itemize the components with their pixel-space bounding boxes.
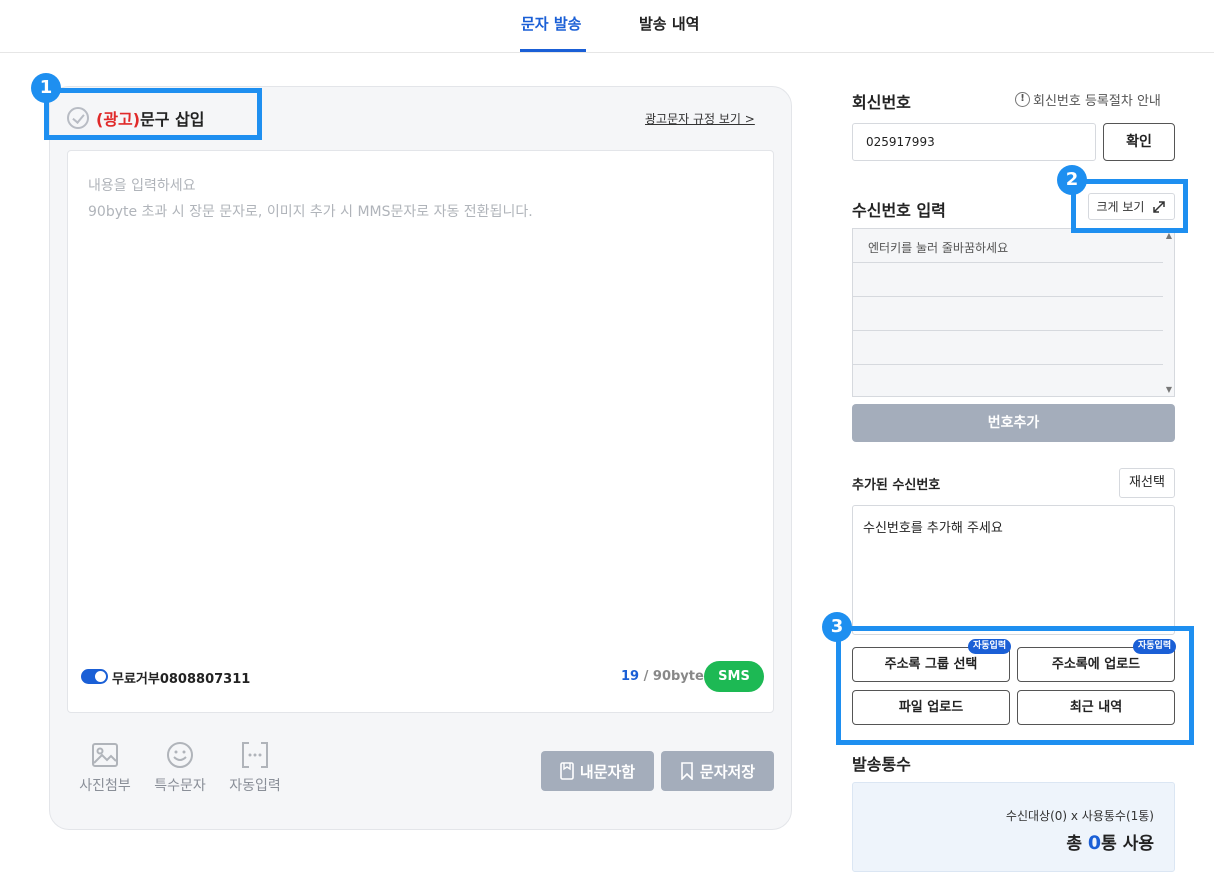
callback-number-title: 회신번호 xyxy=(852,93,911,112)
save-message-button[interactable]: 문자저장 xyxy=(661,751,774,791)
highlight-box-3 xyxy=(836,626,1194,745)
recipient-input-title: 수신번호 입력 xyxy=(852,201,946,220)
send-count-title: 발송통수 xyxy=(852,755,911,774)
reject-toggle[interactable] xyxy=(81,669,108,684)
reselect-button[interactable]: 재선택 xyxy=(1119,468,1175,498)
send-count-box: 수신대상(0) x 사용통수(1통) 총 0통 사용 xyxy=(852,782,1175,872)
send-count-formula: 수신대상(0) x 사용통수(1통) xyxy=(1005,809,1154,823)
editor-placeholder-line1: 내용을 입력하세요 xyxy=(88,178,196,194)
auto-input-label: 자동입력 xyxy=(229,778,281,794)
add-number-button[interactable]: 번호추가 xyxy=(852,404,1175,442)
my-messages-label: 내문자함 xyxy=(579,762,636,781)
send-count-total: 총 0통 사용 xyxy=(1066,829,1154,854)
smiley-icon xyxy=(167,742,193,768)
added-recipients-empty-text: 수신번호를 추가해 주세요 xyxy=(863,521,1003,536)
byte-counter: 19 / 90byte xyxy=(621,669,704,684)
active-tab-indicator xyxy=(520,49,586,52)
step-marker-2: 2 xyxy=(1057,165,1087,195)
total-suffix: 통 사용 xyxy=(1101,834,1154,854)
auto-input-button[interactable]: 자동입력 xyxy=(225,741,285,795)
recipient-row[interactable]: 엔터키를 눌러 줄바꿈하세요 xyxy=(853,229,1163,263)
byte-limit: / 90byte xyxy=(643,669,704,684)
special-char-label: 특수문자 xyxy=(154,778,206,794)
bookmark-icon xyxy=(681,762,693,780)
tab-send-history[interactable]: 발송 내역 xyxy=(639,13,699,34)
highlight-box-2 xyxy=(1071,179,1188,233)
recipient-row[interactable] xyxy=(853,263,1163,297)
tab-send-message[interactable]: 문자 발송 xyxy=(521,13,581,34)
ad-rule-link[interactable]: 광고문자 규정 보기 > xyxy=(645,110,755,127)
recipient-input-placeholder: 엔터키를 눌러 줄바꿈하세요 xyxy=(868,241,1009,255)
callback-guide-label: 회신번호 등록절차 안내 xyxy=(1033,94,1161,109)
recipient-row[interactable] xyxy=(853,297,1163,331)
message-box-icon xyxy=(560,762,574,780)
recipient-row[interactable] xyxy=(853,331,1163,365)
byte-current: 19 xyxy=(621,669,640,684)
my-messages-button[interactable]: 내문자함 xyxy=(541,751,654,791)
message-type-badge: SMS xyxy=(704,661,764,692)
highlight-box-1 xyxy=(44,88,262,140)
confirm-button[interactable]: 확인 xyxy=(1103,123,1175,161)
total-prefix: 총 xyxy=(1066,834,1082,854)
bracket-dots-icon xyxy=(242,742,268,768)
save-message-label: 문자저장 xyxy=(699,762,756,781)
special-char-button[interactable]: 특수문자 xyxy=(150,741,210,795)
top-tab-bar: 문자 발송 발송 내역 xyxy=(0,0,1214,53)
image-icon xyxy=(92,743,118,767)
step-marker-3: 3 xyxy=(822,612,852,642)
editor-placeholder-line2: 90byte 초과 시 장문 문자로, 이미지 추가 시 MMS문자로 자동 전… xyxy=(88,204,533,220)
total-count-value: 0 xyxy=(1087,832,1102,854)
message-editor[interactable]: 내용을 입력하세요 90byte 초과 시 장문 문자로, 이미지 추가 시 M… xyxy=(67,150,774,713)
recipient-number-list[interactable]: 엔터키를 눌러 줄바꿈하세요 ▲ ▼ xyxy=(852,228,1175,397)
callback-guide-link[interactable]: ! 회신번호 등록절차 안내 xyxy=(1015,90,1161,109)
step-marker-1: 1 xyxy=(31,73,61,103)
scroll-down-icon[interactable]: ▼ xyxy=(1166,385,1172,394)
exclamation-icon: ! xyxy=(1015,92,1030,107)
callback-number-field[interactable]: 025917993 xyxy=(852,123,1096,161)
free-reject-number: 무료거부0808807311 xyxy=(112,672,251,687)
added-recipients-title: 추가된 수신번호 xyxy=(852,478,941,493)
photo-attach-label: 사진첨부 xyxy=(79,778,131,794)
added-recipients-box: 수신번호를 추가해 주세요 xyxy=(852,505,1175,635)
photo-attach-button[interactable]: 사진첨부 xyxy=(75,741,135,795)
